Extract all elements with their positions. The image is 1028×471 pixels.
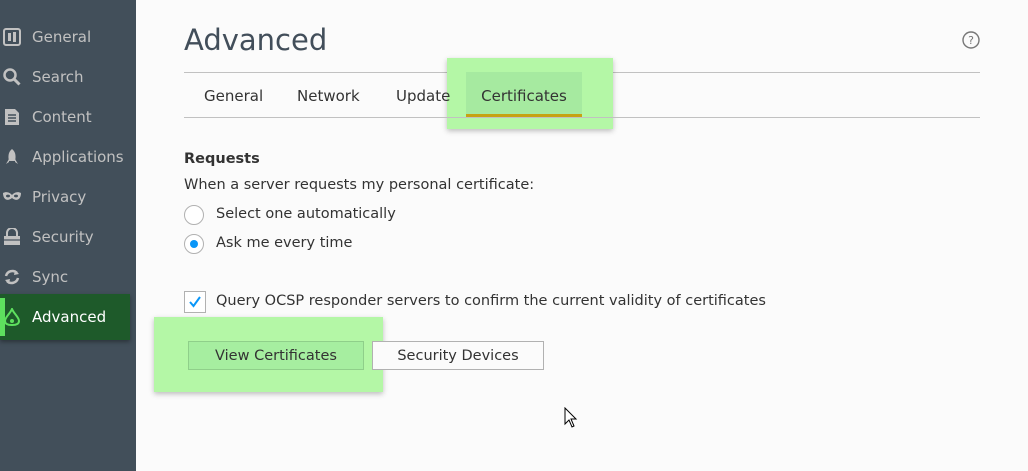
- security-devices-button[interactable]: Security Devices: [372, 341, 544, 370]
- sidebar-item-label: Content: [32, 108, 92, 126]
- sidebar-item-label: Applications: [32, 148, 124, 166]
- tab-divider: [184, 117, 980, 118]
- sidebar-item-label: General: [32, 28, 92, 46]
- sync-icon: [2, 267, 22, 287]
- sidebar-item-label: Security: [32, 228, 94, 246]
- sidebar-item-label: Privacy: [32, 188, 87, 206]
- sidebar-item-search[interactable]: Search: [0, 57, 136, 97]
- radio-label-select-automatically[interactable]: Select one automatically: [216, 206, 396, 222]
- sidebar-item-general[interactable]: General: [0, 17, 136, 57]
- sidebar-item-content[interactable]: Content: [0, 97, 136, 137]
- content-icon: [2, 107, 22, 127]
- general-icon: [2, 27, 22, 47]
- search-icon: [2, 67, 22, 87]
- ocsp-checkbox[interactable]: [184, 291, 206, 313]
- tab-label: Certificates: [481, 87, 567, 105]
- tab-general[interactable]: General: [204, 76, 263, 118]
- privacy-icon: [2, 187, 22, 207]
- sidebar-item-advanced[interactable]: Advanced: [0, 294, 130, 340]
- applications-icon: [2, 147, 22, 167]
- tab-update[interactable]: Update: [396, 76, 450, 118]
- tab-certificates[interactable]: Certificates: [466, 72, 582, 118]
- checkmark-icon: [189, 296, 201, 308]
- sidebar-item-security[interactable]: Security: [0, 217, 136, 257]
- tab-label: General: [204, 87, 264, 105]
- help-icon[interactable]: ?: [962, 31, 980, 49]
- view-certificates-button[interactable]: View Certificates: [188, 341, 364, 370]
- advanced-icon: [2, 307, 22, 327]
- security-icon: [2, 227, 22, 247]
- svg-text:?: ?: [968, 34, 974, 47]
- page-title: Advanced: [184, 23, 328, 57]
- sidebar: General Search Content Applications Priv…: [0, 0, 136, 471]
- sidebar-item-label: Advanced: [32, 308, 107, 326]
- sidebar-item-applications[interactable]: Applications: [0, 137, 136, 177]
- ocsp-label[interactable]: Query OCSP responder servers to confirm …: [216, 293, 766, 309]
- requests-heading: Requests: [184, 151, 260, 167]
- sidebar-item-label: Search: [32, 68, 84, 86]
- radio-ask-every-time[interactable]: [184, 234, 204, 254]
- sidebar-item-label: Sync: [32, 268, 69, 286]
- sidebar-item-privacy[interactable]: Privacy: [0, 177, 136, 217]
- tab-label: Network: [297, 87, 360, 105]
- tab-network[interactable]: Network: [297, 76, 360, 118]
- requests-description: When a server requests my personal certi…: [184, 177, 535, 193]
- radio-label-ask-every-time[interactable]: Ask me every time: [216, 235, 352, 251]
- mouse-cursor-icon: [564, 407, 578, 428]
- sidebar-item-sync[interactable]: Sync: [0, 257, 136, 297]
- tab-label: Update: [396, 87, 451, 105]
- radio-select-automatically[interactable]: [184, 205, 204, 225]
